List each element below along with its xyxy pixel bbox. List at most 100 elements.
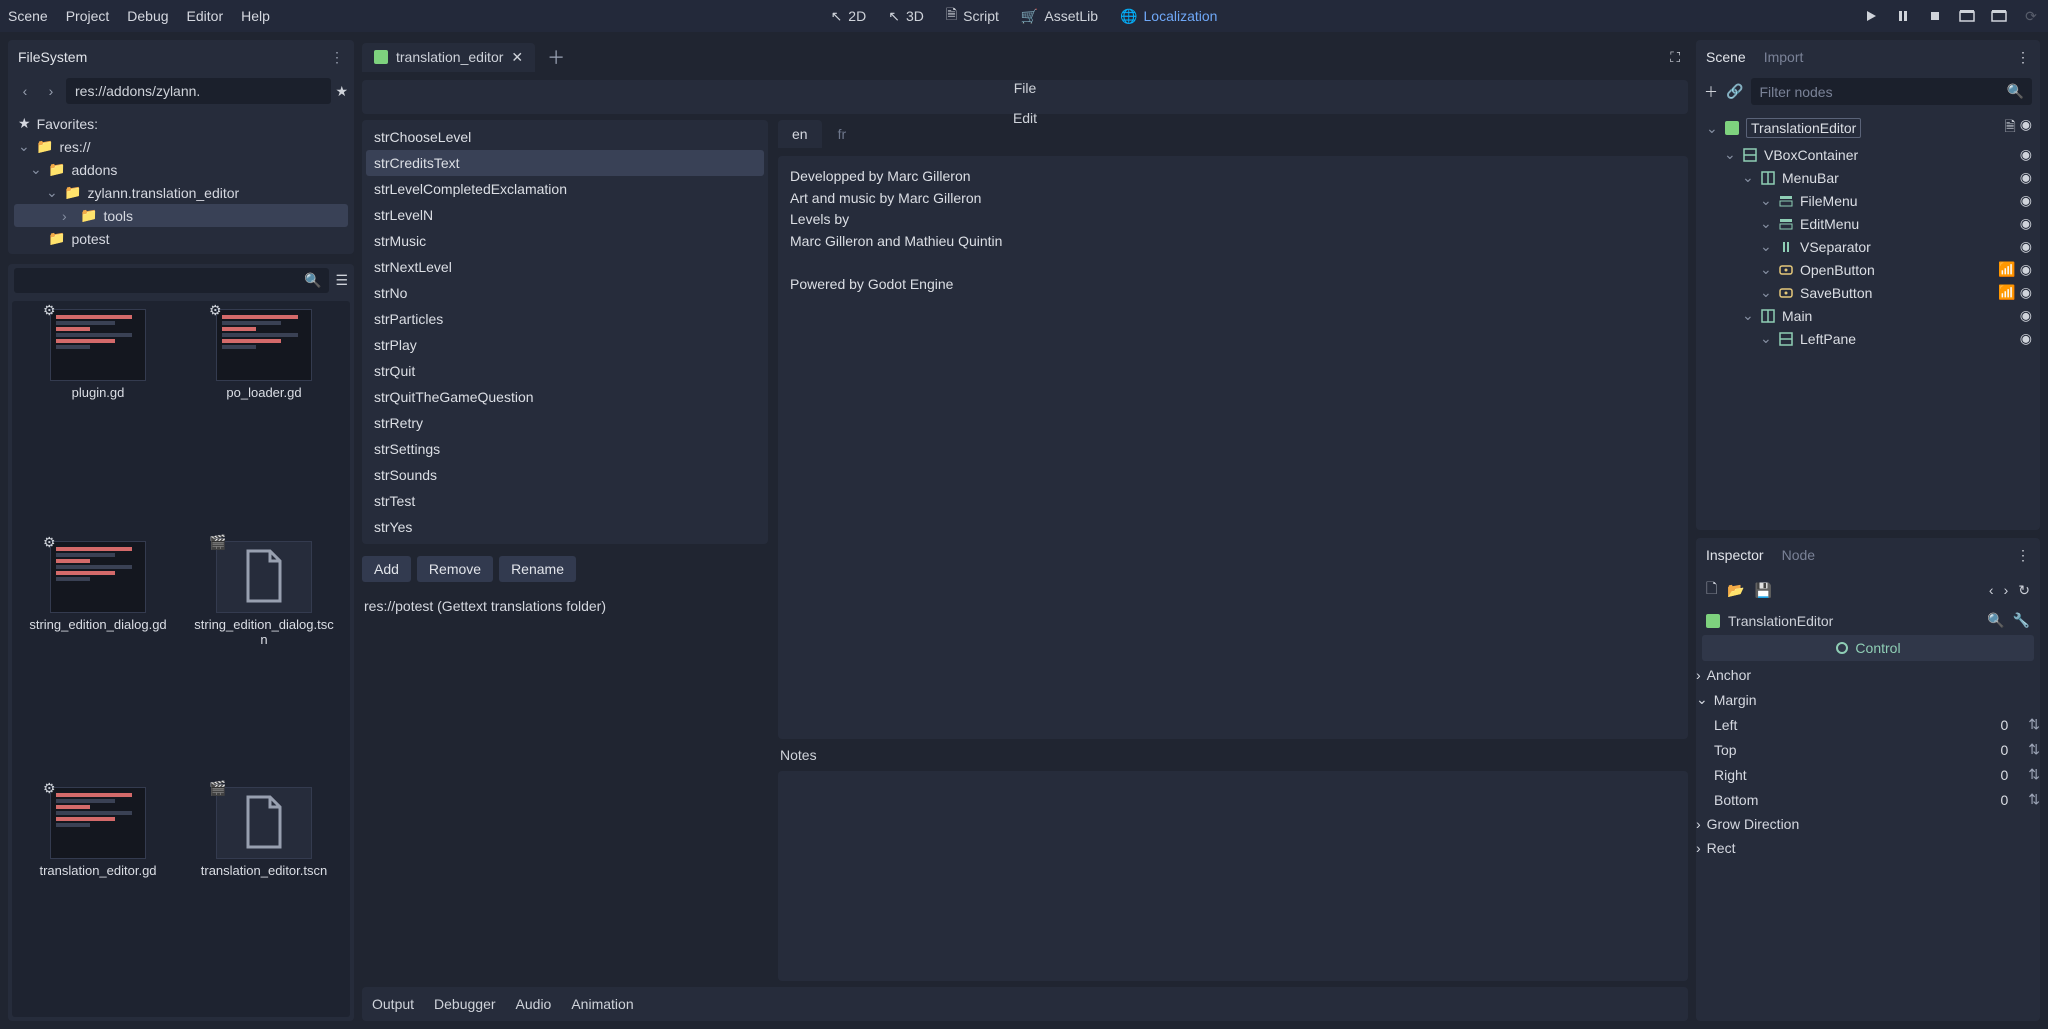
menu-help[interactable]: Help — [241, 8, 270, 24]
translation-textarea[interactable]: Developped by Marc Gilleron Art and musi… — [778, 156, 1688, 739]
chevron-down-icon[interactable]: ⌄ — [1724, 146, 1736, 163]
link-icon[interactable]: 🔗 — [1726, 83, 1743, 100]
favorites-row[interactable]: ★Favorites: — [14, 112, 348, 135]
tree-row-addons[interactable]: ⌄📁addons — [14, 158, 348, 181]
menu-scene[interactable]: Scene — [8, 8, 48, 24]
close-tab-icon[interactable]: ✕ — [511, 49, 523, 66]
search-props-icon[interactable]: 🔍 — [1987, 612, 2004, 629]
tree-row-zylann[interactable]: ⌄📁zylann.translation_editor — [14, 181, 348, 204]
play-scene-button[interactable] — [1958, 7, 1976, 25]
play-button[interactable] — [1862, 7, 1880, 25]
string-key-row[interactable]: strRetry — [366, 410, 764, 436]
history-forward-icon[interactable]: › — [2004, 582, 2009, 598]
chevron-down-icon[interactable]: ⌄ — [1760, 284, 1772, 301]
chevron-down-icon[interactable]: ⌄ — [1742, 307, 1754, 324]
visibility-icon[interactable]: ◉ — [2020, 238, 2032, 255]
add-node-icon[interactable]: ＋ — [1704, 82, 1718, 102]
string-key-row[interactable]: strLevelN — [366, 202, 764, 228]
lang-tab-en[interactable]: en — [778, 120, 822, 148]
view-mode-icon[interactable]: ☰ — [335, 272, 348, 289]
scene-tree-node[interactable]: ⌄VSeparator◉ — [1702, 235, 2034, 258]
add-tab-icon[interactable]: ＋ — [541, 44, 571, 70]
visibility-icon[interactable]: ◉ — [2020, 146, 2032, 163]
property-group-header[interactable]: ›Rect — [1696, 836, 2040, 860]
tree-row-tools[interactable]: ›📁tools — [14, 204, 348, 227]
scene-tree-node[interactable]: ⌄EditMenu◉ — [1702, 212, 2034, 235]
editor-tab[interactable]: translation_editor ✕ — [362, 43, 535, 72]
scene-tree-node[interactable]: ⌄VBoxContainer◉ — [1702, 143, 2034, 166]
rename-button[interactable]: Rename — [499, 556, 576, 582]
string-key-row[interactable]: strCreditsText — [366, 150, 764, 176]
scene-tab[interactable]: Scene — [1706, 49, 1746, 65]
string-key-row[interactable]: strLevelCompletedExclamation — [366, 176, 764, 202]
string-key-row[interactable]: strNextLevel — [366, 254, 764, 280]
property-row[interactable]: Left0⇅ — [1696, 712, 2040, 737]
file-item[interactable]: ⚙po_loader.gd — [186, 309, 342, 531]
inspector-menu-icon[interactable]: ⋮ — [2016, 547, 2030, 564]
animation-tab[interactable]: Animation — [571, 996, 633, 1012]
property-row[interactable]: Top0⇅ — [1696, 737, 2040, 762]
scene-tree-node[interactable]: ⌄LeftPane◉ — [1702, 327, 2034, 350]
add-button[interactable]: Add — [362, 556, 411, 582]
scene-tree-node[interactable]: ⌄Main◉ — [1702, 304, 2034, 327]
menu-editor[interactable]: Editor — [187, 8, 224, 24]
workspace-assetlib[interactable]: 🛒AssetLib — [1021, 8, 1098, 25]
favorite-icon[interactable]: ★ — [335, 83, 348, 100]
property-group-header[interactable]: ›Grow Direction — [1696, 812, 2040, 836]
tool-icon[interactable]: 🔧 — [2013, 612, 2030, 629]
filter-nodes-input[interactable]: Filter nodes 🔍 — [1751, 78, 2032, 105]
string-key-row[interactable]: strSettings — [366, 436, 764, 462]
tree-row-potest[interactable]: ›📁potest — [14, 227, 348, 250]
history-back-icon[interactable]: ‹ — [1989, 582, 1994, 598]
spinner-icon[interactable]: ⇅ — [2028, 741, 2040, 758]
play-custom-scene-button[interactable] — [1990, 7, 2008, 25]
filesystem-menu-icon[interactable]: ⋮ — [330, 49, 344, 66]
nav-forward-icon[interactable]: › — [40, 80, 62, 102]
visibility-icon[interactable]: ◉ — [2020, 215, 2032, 232]
file-item[interactable]: ⚙string_edition_dialog.gd — [20, 541, 176, 778]
import-tab[interactable]: Import — [1764, 49, 1804, 65]
scene-tree-node[interactable]: ⌄FileMenu◉ — [1702, 189, 2034, 212]
chevron-down-icon[interactable]: ⌄ — [1706, 120, 1718, 137]
path-input[interactable]: res://addons/zylann. — [66, 78, 331, 104]
visibility-icon[interactable]: ◉ — [2020, 116, 2032, 140]
fullscreen-icon[interactable]: ⛶ — [1670, 49, 1688, 66]
string-key-row[interactable]: strPlay — [366, 332, 764, 358]
menu-debug[interactable]: Debug — [127, 8, 168, 24]
scene-tree-node[interactable]: ⌄SaveButton📶◉ — [1702, 281, 2034, 304]
debugger-tab[interactable]: Debugger — [434, 996, 496, 1012]
visibility-icon[interactable]: ◉ — [2020, 192, 2032, 209]
string-key-row[interactable]: strMusic — [366, 228, 764, 254]
property-group-header[interactable]: ⌄Margin — [1696, 687, 2040, 712]
string-key-row[interactable]: strParticles — [366, 306, 764, 332]
pause-button[interactable] — [1894, 7, 1912, 25]
spinner-icon[interactable]: ⇅ — [2028, 716, 2040, 733]
file-item[interactable]: 🎬translation_editor.tscn — [186, 787, 342, 1009]
spinner-icon[interactable]: ⇅ — [2028, 766, 2040, 783]
string-key-row[interactable]: strChooseLevel — [366, 124, 764, 150]
workspace-2d[interactable]: ↖2D — [831, 8, 867, 25]
string-key-row[interactable]: strTest — [366, 488, 764, 514]
output-tab[interactable]: Output — [372, 996, 414, 1012]
property-group-header[interactable]: ›Anchor — [1696, 663, 2040, 687]
visibility-icon[interactable]: ◉ — [2020, 261, 2032, 278]
chevron-down-icon[interactable]: ⌄ — [1760, 238, 1772, 255]
chevron-down-icon[interactable]: ⌄ — [1742, 169, 1754, 186]
workspace-3d[interactable]: ↖3D — [888, 8, 924, 25]
workspace-script[interactable]: 🗎Script — [946, 4, 999, 28]
scene-tree-node[interactable]: ⌄MenuBar◉ — [1702, 166, 2034, 189]
chevron-down-icon[interactable]: ⌄ — [1760, 215, 1772, 232]
chevron-down-icon[interactable]: ⌄ — [1760, 330, 1772, 347]
file-item[interactable]: 🎬string_edition_dialog.tscn — [186, 541, 342, 778]
inspector-tab[interactable]: Inspector — [1706, 547, 1764, 563]
menu-project[interactable]: Project — [66, 8, 110, 24]
scene-tree-node[interactable]: ⌄TranslationEditor🗎◉ — [1702, 113, 2034, 143]
chevron-down-icon[interactable]: ⌄ — [1760, 261, 1772, 278]
notes-textarea[interactable] — [778, 771, 1688, 981]
tree-row-res[interactable]: ⌄📁res:// — [14, 135, 348, 158]
property-row[interactable]: Bottom0⇅ — [1696, 787, 2040, 812]
file-item[interactable]: ⚙plugin.gd — [20, 309, 176, 531]
node-tab[interactable]: Node — [1782, 547, 1815, 563]
lang-tab-fr[interactable]: fr — [824, 120, 861, 148]
stop-button[interactable] — [1926, 7, 1944, 25]
